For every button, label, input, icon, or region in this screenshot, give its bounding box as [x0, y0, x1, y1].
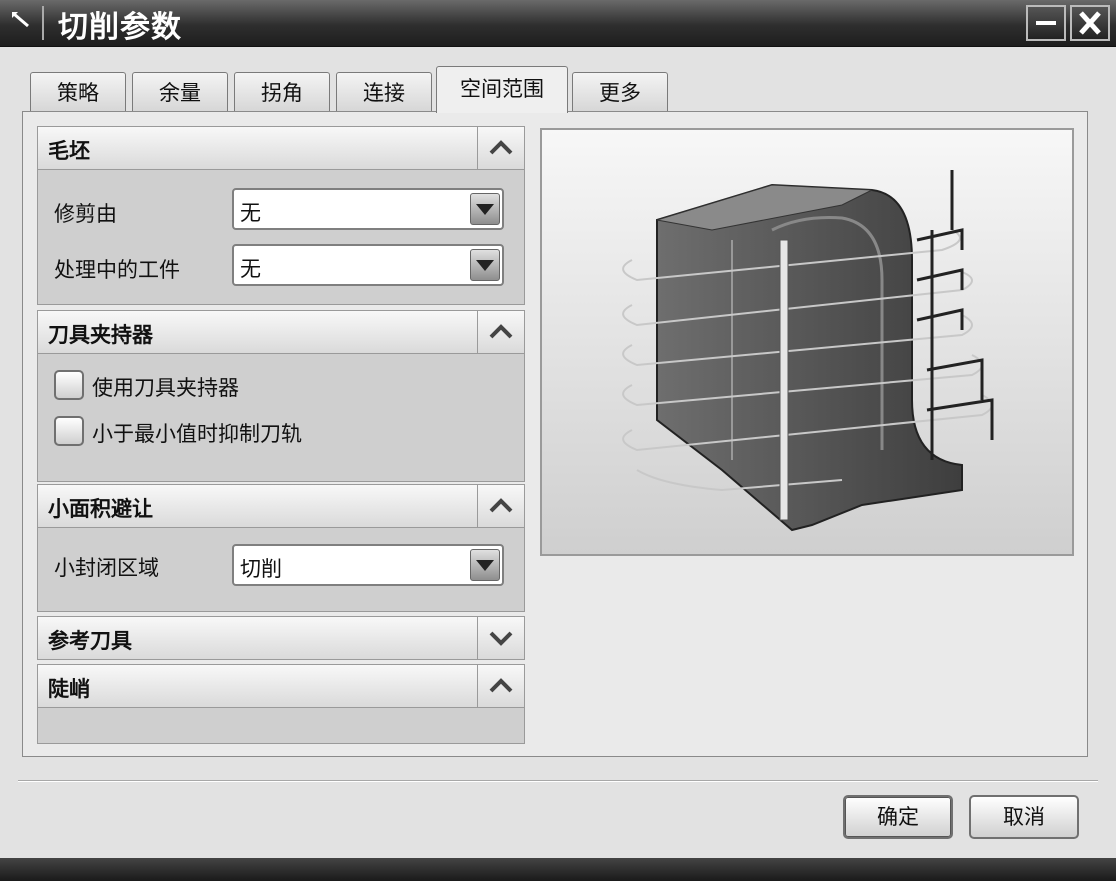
- section-title: 毛坯: [48, 139, 90, 163]
- tab-stock[interactable]: 余量: [132, 72, 228, 112]
- ok-button[interactable]: 确定: [843, 795, 953, 839]
- chevron-up-icon[interactable]: [477, 485, 524, 527]
- close-icon: [1079, 11, 1101, 35]
- dropdown-arrow-icon[interactable]: [470, 549, 500, 581]
- section-title: 小面积避让: [48, 497, 153, 521]
- section-header-small-area[interactable]: 小面积避让: [37, 484, 525, 528]
- chevron-down-icon[interactable]: [477, 617, 524, 659]
- window-title: 切削参数: [58, 10, 182, 45]
- cutting-parameters-dialog: 切削参数 策略 余量 拐角 连接 空间范围 更多 毛坯 修剪由 无 处理中的工件…: [0, 0, 1116, 881]
- section-body-small-area: 小封闭区域 切削: [37, 528, 525, 612]
- section-body-blank: 修剪由 无 处理中的工件 无: [37, 170, 525, 305]
- trim-by-label: 修剪由: [54, 202, 117, 226]
- separator: [18, 780, 1098, 782]
- tab-connections[interactable]: 连接: [336, 72, 432, 112]
- ipw-label: 处理中的工件: [54, 258, 180, 282]
- section-header-blank[interactable]: 毛坯: [37, 126, 525, 170]
- closed-area-select[interactable]: 切削: [232, 544, 504, 586]
- closed-area-label: 小封闭区域: [54, 556, 159, 580]
- use-holder-checkbox[interactable]: [54, 370, 84, 400]
- cancel-button[interactable]: 取消: [969, 795, 1079, 839]
- section-header-steep[interactable]: 陡峭: [37, 664, 525, 708]
- tool-icon: [6, 6, 44, 40]
- minimize-button[interactable]: [1026, 5, 1066, 41]
- suppress-toolpath-label: 小于最小值时抑制刀轨: [92, 422, 302, 446]
- select-value: 切削: [240, 557, 282, 581]
- section-title: 陡峭: [48, 677, 90, 701]
- section-title: 参考刀具: [48, 629, 132, 653]
- section-header-reference-tool[interactable]: 参考刀具: [37, 616, 525, 660]
- select-value: 无: [240, 201, 261, 225]
- ipw-select[interactable]: 无: [232, 244, 504, 286]
- tab-corners[interactable]: 拐角: [234, 72, 330, 112]
- tab-more[interactable]: 更多: [572, 72, 668, 112]
- use-holder-label: 使用刀具夹持器: [92, 376, 239, 400]
- close-button[interactable]: [1070, 5, 1110, 41]
- dropdown-arrow-icon[interactable]: [470, 249, 500, 281]
- chevron-up-icon[interactable]: [477, 665, 524, 707]
- section-header-tool-holder[interactable]: 刀具夹持器: [37, 310, 525, 354]
- select-value: 无: [240, 257, 261, 281]
- section-body-steep: [37, 708, 525, 744]
- dropdown-arrow-icon[interactable]: [470, 193, 500, 225]
- tab-containment[interactable]: 空间范围: [436, 66, 568, 113]
- trim-by-select[interactable]: 无: [232, 188, 504, 230]
- minimize-icon: [1036, 21, 1056, 25]
- chevron-up-icon[interactable]: [477, 311, 524, 353]
- window-bottom-border: [0, 858, 1116, 881]
- section-title: 刀具夹持器: [48, 323, 153, 347]
- tab-strategy[interactable]: 策略: [30, 72, 126, 112]
- section-body-tool-holder: 使用刀具夹持器 小于最小值时抑制刀轨: [37, 354, 525, 482]
- suppress-toolpath-checkbox[interactable]: [54, 416, 84, 446]
- chevron-up-icon[interactable]: [477, 127, 524, 169]
- title-bar: 切削参数: [0, 0, 1116, 47]
- toolpath-preview-image: [540, 128, 1074, 556]
- tab-content-panel: 毛坯 修剪由 无 处理中的工件 无 刀具夹持器 使用刀具夹持器 小于最小值时抑制…: [22, 111, 1088, 757]
